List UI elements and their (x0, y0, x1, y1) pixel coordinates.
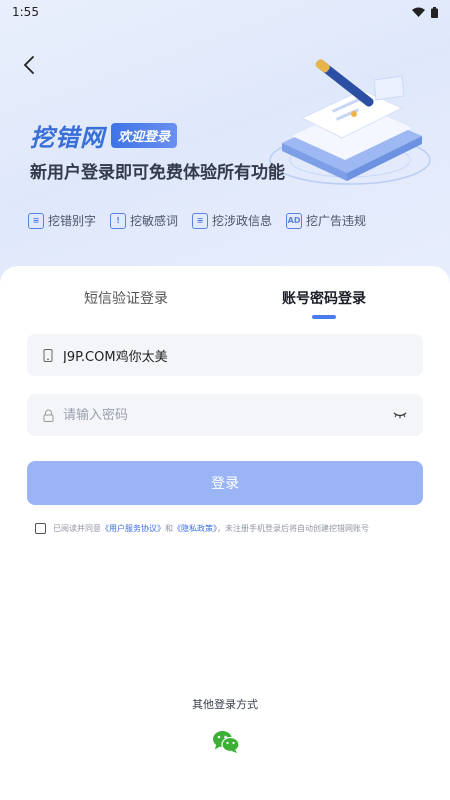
wechat-login-button[interactable] (212, 730, 240, 754)
password-input[interactable] (63, 407, 393, 423)
feature-item: ! 挖敏感词 (110, 212, 178, 229)
feature-label: 挖错别字 (48, 214, 97, 228)
agreement-checkbox[interactable] (35, 523, 46, 534)
agreement-row: 已阅读并同意《用户服务协议》和《隐私政策》，未注册手机登录后将自动创建挖错网账号 (35, 523, 369, 534)
wechat-icon (213, 731, 240, 753)
wifi-icon (412, 7, 425, 17)
slogan: 新用户登录即可免费体验所有功能 (30, 163, 285, 183)
active-tab-indicator (312, 315, 336, 319)
login-button[interactable]: 登录 (27, 461, 423, 505)
brand-tag: 欢迎登录 (111, 123, 178, 148)
lock-icon (41, 408, 55, 422)
account-field[interactable] (27, 334, 423, 376)
back-button[interactable] (16, 52, 42, 78)
agreement-and: 和 (165, 524, 173, 533)
feature-item: ≡ 挖错别字 (28, 212, 96, 229)
feature-label: 挖广告违规 (306, 214, 367, 228)
feature-label: 挖敏感词 (130, 214, 179, 228)
status-bar: 1:55 (0, 0, 450, 24)
agreement-text: 已阅读并同意《用户服务协议》和《隐私政策》，未注册手机登录后将自动创建挖错网账号 (53, 523, 369, 534)
document-warning-icon: ! (110, 212, 127, 229)
agreement-prefix: 已阅读并同意 (53, 524, 101, 533)
feature-item: AD 挖广告违规 (286, 212, 366, 229)
brand-name: 挖错网 (30, 124, 105, 152)
eye-closed-icon[interactable] (393, 409, 409, 421)
brand: 挖错网 欢迎登录 (30, 118, 178, 153)
feature-item: ≡ 挖涉政信息 (192, 212, 272, 229)
chevron-left-icon (23, 56, 34, 74)
feature-list: ≡ 挖错别字 ! 挖敏感词 ≡ 挖涉政信息 AD 挖广告违规 (28, 212, 366, 229)
document-gov-icon: ≡ (192, 212, 209, 229)
status-time: 1:55 (12, 5, 39, 19)
login-tabs: 短信验证登录 账号密码登录 (0, 288, 450, 328)
status-icons (412, 6, 438, 18)
user-service-link[interactable]: 《用户服务协议》 (101, 524, 165, 533)
battery-icon (431, 6, 438, 18)
feature-label: 挖涉政信息 (212, 214, 273, 228)
privacy-policy-link[interactable]: 《隐私政策》 (173, 524, 217, 533)
other-login-label: 其他登录方式 (192, 698, 258, 711)
hero-illustration (269, 59, 431, 185)
hero-banner: 1:55 挖错网 欢迎登录 新用户登录即可免费体验所有功能 ≡ 挖错别字 ! 挖… (0, 0, 450, 300)
tab-password-login[interactable]: 账号密码登录 (249, 288, 399, 308)
document-check-icon: ≡ (28, 212, 44, 229)
account-input[interactable] (63, 347, 409, 363)
phone-icon (41, 348, 55, 362)
ad-icon: AD (286, 212, 303, 229)
password-field[interactable] (27, 394, 423, 436)
agreement-suffix: ，未注册手机登录后将自动创建挖错网账号 (217, 524, 369, 533)
tab-sms-login[interactable]: 短信验证登录 (51, 288, 201, 308)
